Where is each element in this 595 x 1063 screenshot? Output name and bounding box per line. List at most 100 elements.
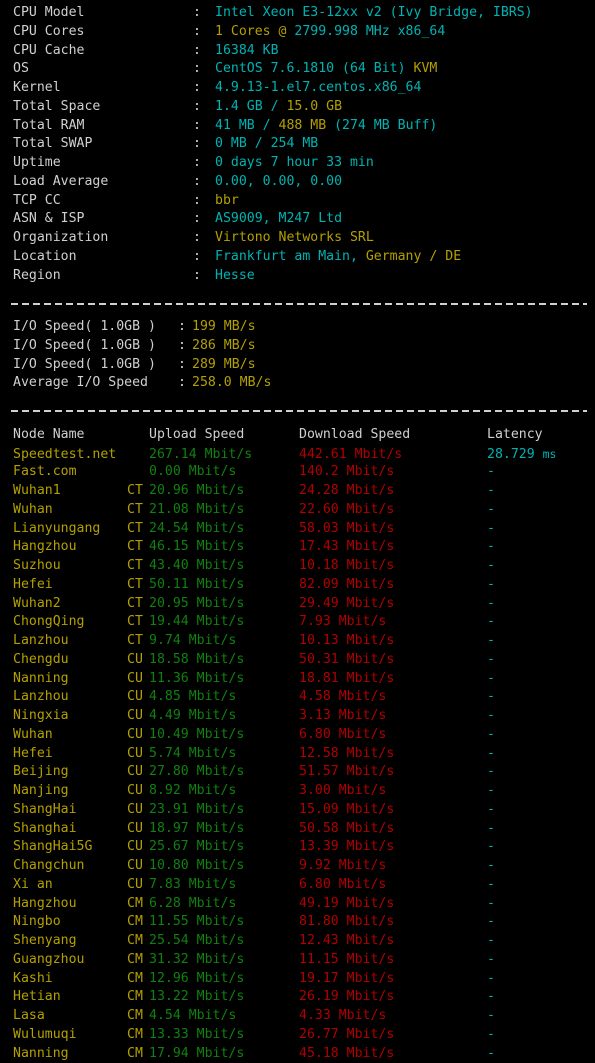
cell-latency: - (487, 651, 495, 670)
cell-upload-speed: 25.67 Mbit/s (149, 838, 299, 857)
cell-download-speed: 49.19 Mbit/s (299, 895, 487, 914)
cell-upload-speed: 25.54 Mbit/s (149, 932, 299, 951)
info-value-segment: bbr (215, 193, 239, 208)
cell-latency: - (487, 801, 495, 820)
dashed-line (11, 410, 587, 412)
cell-node-name: Nanjing (0, 782, 127, 801)
cell-download-speed: 50.58 Mbit/s (299, 820, 487, 839)
cell-node-name: Nanning (0, 1045, 127, 1063)
cell-download-speed: 3.13 Mbit/s (299, 707, 487, 726)
cell-upload-speed: 18.97 Mbit/s (149, 820, 299, 839)
io-label: I/O Speed( 1.0GB ) (0, 337, 178, 356)
cell-latency: - (487, 820, 495, 839)
info-value-segment: 1 Cores @ (215, 24, 294, 39)
cell-isp-tag: CM (127, 1045, 149, 1063)
info-colon: : (193, 210, 215, 229)
info-row: Total Space:1.4 GB / 15.0 GB (0, 98, 595, 117)
cell-download-speed: 19.17 Mbit/s (299, 970, 487, 989)
table-row: ShangHaiCU23.91 Mbit/s15.09 Mbit/s- (0, 801, 595, 820)
info-value-segment: (274 MB Buff) (326, 118, 437, 133)
info-value: 0 days 7 hour 33 min (215, 155, 374, 170)
cell-upload-speed: 12.96 Mbit/s (149, 970, 299, 989)
cell-isp-tag: CM (127, 1026, 149, 1045)
cell-node-name: Nanning (0, 670, 127, 689)
io-colon: : (178, 337, 192, 356)
table-row: Wuhan2CT20.95 Mbit/s29.49 Mbit/s- (0, 595, 595, 614)
table-row: Speedtest.net267.14 Mbit/s442.61 Mbit/s2… (0, 445, 595, 464)
table-row: BeijingCU27.80 Mbit/s51.57 Mbit/s- (0, 763, 595, 782)
cell-isp-tag: CU (127, 857, 149, 876)
cell-download-speed: 26.77 Mbit/s (299, 1026, 487, 1045)
cell-upload-speed: 7.83 Mbit/s (149, 876, 299, 895)
column-header-node: Node Name (0, 426, 127, 445)
cell-upload-speed: 11.36 Mbit/s (149, 670, 299, 689)
cell-node-name: Ningxia (0, 707, 127, 726)
cell-latency: - (487, 857, 495, 876)
cell-download-speed: 7.93 Mbit/s (299, 613, 487, 632)
table-row: WulumuqiCM13.33 Mbit/s26.77 Mbit/s- (0, 1026, 595, 1045)
io-row: I/O Speed( 1.0GB ):286 MB/s (0, 337, 595, 356)
cell-latency: - (487, 576, 495, 595)
cell-node-name: ShangHai (0, 801, 127, 820)
cell-node-name: Wuhan (0, 726, 127, 745)
dashed-line (11, 303, 587, 305)
cell-isp-tag: CT (127, 520, 149, 539)
cell-node-name: Xi an (0, 876, 127, 895)
cell-upload-speed: 6.28 Mbit/s (149, 895, 299, 914)
cell-isp-tag: CT (127, 576, 149, 595)
cell-node-name: Wuhan2 (0, 595, 127, 614)
cell-download-speed: 6.80 Mbit/s (299, 726, 487, 745)
table-row: ChengduCU18.58 Mbit/s50.31 Mbit/s- (0, 651, 595, 670)
info-colon: : (193, 98, 215, 117)
info-value-segment: 2799.998 MHz x86_64 (294, 24, 445, 39)
cell-download-speed: 45.18 Mbit/s (299, 1045, 487, 1063)
table-row: KashiCM12.96 Mbit/s19.17 Mbit/s- (0, 970, 595, 989)
cell-node-name: Lanzhou (0, 632, 127, 651)
cell-download-speed: 81.80 Mbit/s (299, 913, 487, 932)
cell-isp-tag: CM (127, 988, 149, 1007)
cell-download-speed: 10.13 Mbit/s (299, 632, 487, 651)
cell-node-name: Shanghai (0, 820, 127, 839)
cell-upload-speed: 5.74 Mbit/s (149, 745, 299, 764)
cell-node-name: ChongQing (0, 613, 127, 632)
info-row: Uptime:0 days 7 hour 33 min (0, 154, 595, 173)
latency-unit: ms (543, 447, 557, 461)
table-row: NingxiaCU4.49 Mbit/s3.13 Mbit/s- (0, 707, 595, 726)
cell-node-name: Lasa (0, 1007, 127, 1026)
cell-download-speed: 50.31 Mbit/s (299, 651, 487, 670)
system-info-block: CPU Model:Intel Xeon E3-12xx v2 (Ivy Bri… (0, 4, 595, 285)
cell-latency: - (487, 913, 495, 932)
cell-upload-speed: 0.00 Mbit/s (149, 463, 299, 482)
cell-node-name: Shenyang (0, 932, 127, 951)
cell-node-name: Hefei (0, 576, 127, 595)
block-spacer (0, 393, 595, 402)
cell-latency: - (487, 1026, 495, 1045)
table-row: LanzhouCT9.74 Mbit/s10.13 Mbit/s- (0, 632, 595, 651)
info-value: 0.00, 0.00, 0.00 (215, 174, 342, 189)
cell-latency: - (487, 970, 495, 989)
info-colon: : (193, 267, 215, 286)
info-value: CentOS 7.6.1810 (64 Bit) KVM (215, 61, 437, 76)
separator-middle (0, 402, 595, 421)
cell-latency: - (487, 463, 495, 482)
cell-isp-tag: CU (127, 726, 149, 745)
info-value-segment: Germany / DE (366, 249, 461, 264)
column-header-download: Download Speed (299, 426, 487, 445)
cell-download-speed: 26.19 Mbit/s (299, 988, 487, 1007)
cell-upload-speed: 19.44 Mbit/s (149, 613, 299, 632)
cell-node-name: Speedtest.net (0, 446, 127, 465)
info-value: Frankfurt am Main, Germany / DE (215, 249, 461, 264)
cell-upload-speed: 23.91 Mbit/s (149, 801, 299, 820)
cell-upload-speed: 8.92 Mbit/s (149, 782, 299, 801)
cell-latency: - (487, 595, 495, 614)
info-label: Kernel (0, 79, 193, 98)
latency-value: 28.729 (487, 447, 543, 462)
table-row: HangzhouCM6.28 Mbit/s49.19 Mbit/s- (0, 895, 595, 914)
cell-isp-tag: CU (127, 745, 149, 764)
table-row: LasaCM4.54 Mbit/s4.33 Mbit/s- (0, 1007, 595, 1026)
table-row: WuhanCU10.49 Mbit/s6.80 Mbit/s- (0, 726, 595, 745)
info-colon: : (193, 229, 215, 248)
info-row: Kernel:4.9.13-1.el7.centos.x86_64 (0, 79, 595, 98)
info-value-segment: KVM (414, 61, 438, 76)
cell-latency: - (487, 1007, 495, 1026)
